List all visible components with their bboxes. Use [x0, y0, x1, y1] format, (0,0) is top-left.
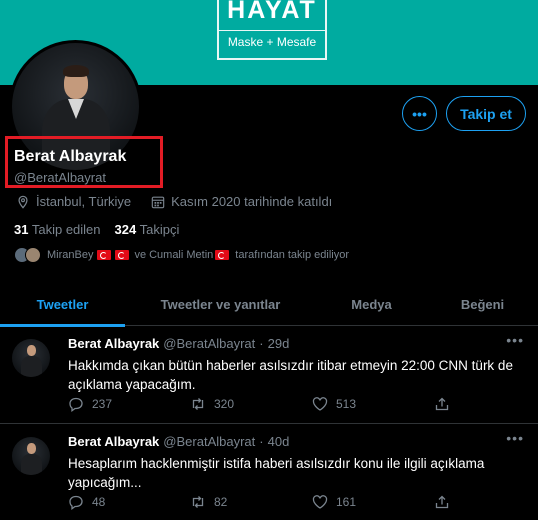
tweet-actions: 237 320 513 [68, 396, 538, 412]
profile-handle: @BeratAlbayrat [14, 170, 106, 185]
tab-likes[interactable]: Beğeni [427, 283, 538, 326]
turkey-flag-icon [97, 250, 112, 260]
follower-name: Cumali Metin [149, 249, 214, 261]
tab-media[interactable]: Medya [316, 283, 427, 326]
tweet-author-handle: @BeratAlbayrat [163, 336, 256, 351]
like-button[interactable]: 513 [312, 396, 434, 412]
tweet-text: Hesaplarım hacklenmiştir istifa haberi a… [68, 456, 485, 490]
like-button[interactable]: 161 [312, 494, 434, 510]
tweet-more-icon[interactable]: ••• [506, 430, 524, 446]
tweet-header: Berat Albayrak @BeratAlbayrat · 40d [68, 434, 289, 449]
reply-count: 237 [92, 397, 113, 411]
followers-count: 324 [114, 222, 137, 237]
like-count: 161 [336, 495, 357, 509]
tweet-avatar[interactable] [12, 339, 50, 377]
heart-icon [312, 397, 328, 411]
followed-by-suffix: tarafından takip ediliyor [235, 249, 350, 261]
followers-label: Takipçi [139, 222, 180, 237]
followed-by-and: ve [134, 249, 147, 261]
turkey-flag-icon [115, 250, 130, 260]
reply-button[interactable]: 48 [68, 494, 190, 510]
tweet[interactable]: Berat Albayrak @BeratAlbayrat · 40d ••• … [0, 424, 538, 520]
retweet-button[interactable]: 320 [190, 396, 312, 412]
tweet-avatar[interactable] [12, 437, 50, 475]
share-icon [435, 397, 449, 411]
reply-button[interactable]: 237 [68, 396, 190, 412]
location-icon [16, 195, 30, 209]
profile-name: Berat Albayrak [14, 148, 127, 165]
retweet-count: 82 [214, 495, 228, 509]
tweet-separator: · [259, 336, 264, 351]
banner-title: HAYAT [227, 0, 317, 24]
profile-joined: Kasım 2020 tarihinde katıldı [171, 194, 333, 209]
followed-by[interactable]: MiranBey ve Cumali Metin tarafından taki… [14, 247, 349, 263]
reply-count: 48 [92, 495, 106, 509]
tweet-author-name[interactable]: Berat Albayrak [68, 336, 159, 351]
reply-icon [69, 397, 83, 412]
turkey-flag-icon [215, 250, 230, 260]
tweet-time[interactable]: 40d [268, 434, 290, 449]
more-options-button[interactable]: ••• [402, 96, 437, 131]
tab-tweets-replies[interactable]: Tweetler ve yanıtlar [125, 283, 316, 326]
following-count: 31 [14, 222, 29, 237]
following-label: Takip edilen [31, 222, 101, 237]
follow-counts: 31 Takip edilen 324 Takipçi [14, 222, 179, 237]
tweet-time[interactable]: 29d [268, 336, 290, 351]
tweet[interactable]: Berat Albayrak @BeratAlbayrat · 29d ••• … [0, 326, 538, 424]
share-button[interactable] [434, 396, 538, 412]
retweet-icon [192, 398, 204, 410]
tweet-author-handle: @BeratAlbayrat [163, 434, 256, 449]
followers-link[interactable]: 324 Takipçi [115, 222, 180, 237]
tweet-header: Berat Albayrak @BeratAlbayrat · 29d [68, 336, 289, 351]
retweet-icon [192, 496, 204, 508]
share-icon [435, 495, 449, 509]
reply-icon [69, 495, 83, 510]
like-count: 513 [336, 397, 357, 411]
tweet-more-icon[interactable]: ••• [506, 332, 524, 348]
retweet-count: 320 [214, 397, 235, 411]
profile-location: İstanbul, Türkiye [36, 194, 132, 209]
banner-subtitle: Maske + Mesafe [219, 30, 325, 49]
retweet-button[interactable]: 82 [190, 494, 312, 510]
tweet-separator: · [259, 434, 264, 449]
share-button[interactable] [434, 494, 538, 510]
profile-meta: İstanbul, Türkiye Kasım 2020 tarihinde k… [16, 194, 332, 209]
profile-tabs: Tweetler Tweetler ve yanıtlar Medya Beğe… [0, 283, 538, 327]
tweet-actions: 48 82 161 [68, 494, 538, 510]
follower-avatar [25, 247, 41, 263]
banner-logo: HAYAT Maske + Mesafe [217, 0, 327, 60]
tweet-text: Hakkımda çıkan bütün haberler asılsızdır… [68, 358, 513, 392]
calendar-icon [151, 195, 165, 209]
tab-tweets[interactable]: Tweetler [0, 283, 125, 327]
following-link[interactable]: 31 Takip edilen [14, 222, 101, 237]
follow-button[interactable]: Takip et [446, 96, 526, 131]
tweet-author-name[interactable]: Berat Albayrak [68, 434, 159, 449]
follower-name: MiranBey [47, 249, 94, 261]
heart-icon [312, 495, 328, 509]
